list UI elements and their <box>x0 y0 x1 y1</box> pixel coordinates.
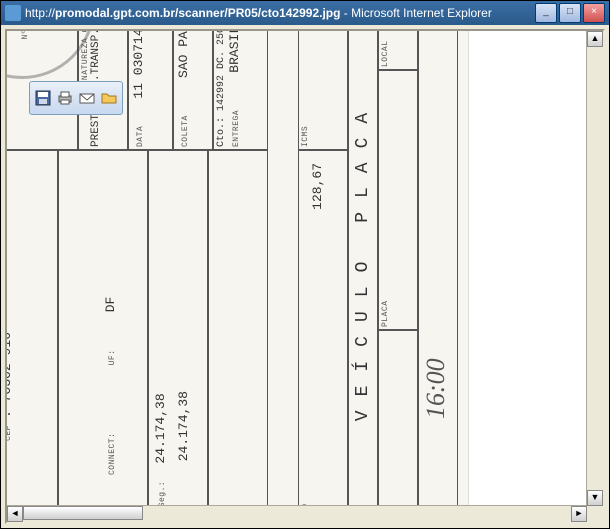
valores-box: Vl.p/ef. Seg.: 24.174,38 VALOR 24.174,38 <box>148 150 208 506</box>
vlpef-value: 24.174,38 <box>153 393 168 463</box>
email-icon[interactable] <box>78 89 96 107</box>
coleta-box: COLETA SAO PAULO <box>173 31 213 150</box>
maximize-button[interactable]: □ <box>559 3 581 23</box>
horizontal-scrollbar[interactable]: ◄ ► <box>7 505 587 522</box>
print-icon[interactable] <box>56 89 74 107</box>
marca-label: MARCA <box>381 333 390 506</box>
scroll-thumb[interactable] <box>23 506 143 520</box>
placa-box: PLACA <box>378 70 418 330</box>
ie-window: http://promodal.gpt.com.br/scanner/PR05/… <box>0 0 610 529</box>
vlpef-label: Vl.p/ef. Seg.: <box>158 481 167 506</box>
valor-value: 24.174,38 <box>176 391 191 461</box>
base-value: 128,67 <box>310 153 325 506</box>
icms-label: ICMS <box>301 31 310 147</box>
window-title: http://promodal.gpt.com.br/scanner/PR05/… <box>25 6 535 20</box>
coleta-label: COLETA <box>181 115 190 147</box>
window-buttons: _ □ × <box>535 3 605 23</box>
scroll-left-button[interactable]: ◄ <box>7 506 23 522</box>
ie-icon <box>5 5 21 21</box>
data-value: 11 030714 <box>131 31 146 99</box>
scroll-up-button[interactable]: ▲ <box>587 31 603 47</box>
hand-hora: 16:00 <box>421 358 451 419</box>
cto-line: Cto.: 142992 DC. 250714 <box>216 31 227 147</box>
connect-label: CONNECT: <box>108 433 117 475</box>
dest-nome: PRESS <box>63 155 78 506</box>
dest-end: BLOCO 1545 TERMINAL 11 <box>78 155 93 506</box>
app-name: - Microsoft Internet Explorer <box>340 6 491 20</box>
scroll-right-button[interactable]: ► <box>571 506 587 522</box>
minimize-button[interactable]: _ <box>535 3 557 23</box>
icms-value: 5,15 <box>310 31 325 147</box>
icms-box: ICMS 5,15 <box>298 31 348 150</box>
folder-icon[interactable] <box>100 89 118 107</box>
uf2-value: DF <box>103 297 118 313</box>
scroll-corner <box>587 506 603 522</box>
base-box: BASE CÁLCULO 128,67 <box>298 150 348 506</box>
cep-label: CEP <box>7 425 13 441</box>
close-button[interactable]: × <box>583 3 605 23</box>
coleta-value: SAO PAULO <box>176 31 191 78</box>
entrega-label: ENTREGA <box>232 110 241 147</box>
cep-value: : 70302-916 <box>7 332 14 418</box>
base-label: BASE CÁLCULO <box>301 153 310 506</box>
remetente-box: CENTRO OESTE CELULAR PARTIC.S/A RA 509 B… <box>7 150 58 506</box>
url-host: promodal.gpt.com.br/scanner/PR05/cto1429… <box>55 6 340 20</box>
veiculo-header: VEÍCULO PLACA <box>348 31 378 506</box>
placa-label: PLACA <box>381 73 390 327</box>
content-area: 2ª VIA - COMPROVANTE DE ENTREGA CONHECIM… <box>5 29 605 524</box>
vertical-scrollbar[interactable]: ▲ ▼ <box>586 31 603 506</box>
image-toolbar[interactable] <box>29 81 123 115</box>
local-label: LOCAL <box>381 31 390 67</box>
veiculo-placa: VEÍCULO PLACA <box>353 99 373 421</box>
cubagem-label: CUBAGEM <box>213 155 222 506</box>
save-icon[interactable] <box>34 89 52 107</box>
titlebar[interactable]: http://promodal.gpt.com.br/scanner/PR05/… <box>1 1 609 25</box>
cubagem-box: CUBAGEM 13,00 ADO <box>208 150 268 506</box>
url-prefix: http:// <box>25 6 55 20</box>
peso-value: 13,00 <box>230 155 245 506</box>
local-box: LOCAL <box>378 31 418 70</box>
entrega-box: Cto.: 142992 DC. 250714 ENTREGA BRASILIA <box>213 31 268 150</box>
destinatario-box: PRESS BLOCO 1545 TERMINAL 11 CONNECT: UF… <box>58 150 148 506</box>
obs-box: OBS.: 0814 16:00 Pereira rlas <box>418 31 458 506</box>
scroll-down-button[interactable]: ▼ <box>587 490 603 506</box>
marca-box: MARCA <box>378 330 418 506</box>
uf2-label: UF: <box>108 349 117 365</box>
entrega-value: BRASILIA <box>227 31 242 73</box>
data-box: DATA 11 030714 <box>128 31 173 150</box>
data-label: DATA <box>136 126 145 147</box>
